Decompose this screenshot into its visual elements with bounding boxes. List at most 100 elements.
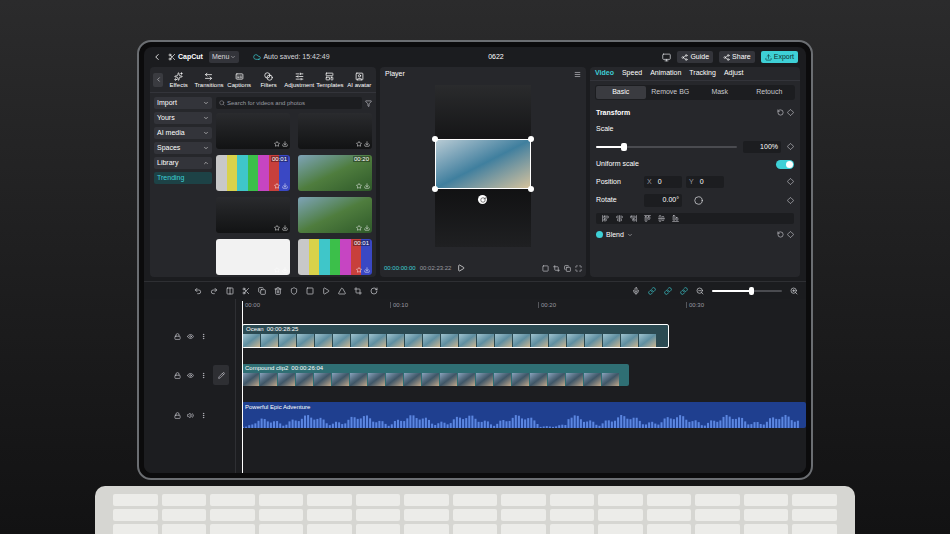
align-middle-icon[interactable] — [658, 215, 665, 222]
align-center-icon[interactable] — [616, 215, 623, 222]
keyframe-icon[interactable] — [787, 143, 794, 150]
lock-icon[interactable] — [174, 372, 181, 379]
menu-button[interactable]: Menu — [209, 51, 240, 64]
logo[interactable]: CapCut — [168, 52, 203, 63]
key[interactable] — [113, 524, 158, 534]
video-clip[interactable]: Ocean00:00:28:25 — [242, 324, 669, 348]
star-icon[interactable] — [274, 141, 280, 147]
zoom-thumb[interactable] — [749, 287, 754, 295]
fullscreen-icon[interactable] — [575, 265, 582, 272]
split-icon[interactable] — [226, 287, 234, 295]
preview-clip[interactable] — [435, 139, 531, 189]
freeze-icon[interactable] — [306, 287, 314, 295]
key[interactable] — [695, 509, 740, 521]
inspector-subtab[interactable]: Basic — [596, 86, 646, 99]
key[interactable] — [307, 494, 352, 506]
search-field[interactable]: Search for videos and photos — [216, 97, 362, 109]
sidebar-item[interactable]: Yours — [154, 112, 212, 124]
download-icon[interactable] — [364, 267, 370, 273]
menu-icon[interactable] — [574, 71, 581, 78]
delete-icon[interactable] — [274, 287, 282, 295]
rotate-dial-icon[interactable] — [694, 196, 703, 205]
key[interactable] — [792, 524, 837, 534]
reset-icon[interactable] — [777, 231, 784, 238]
key[interactable] — [453, 494, 498, 506]
inspector-tab[interactable]: Tracking — [689, 68, 716, 79]
star-icon[interactable] — [274, 225, 280, 231]
key[interactable] — [744, 524, 789, 534]
filter-icon[interactable] — [365, 100, 372, 107]
key[interactable] — [113, 509, 158, 521]
zoom-out-icon[interactable] — [696, 287, 704, 295]
redo-icon[interactable] — [210, 287, 218, 295]
star-icon[interactable] — [356, 225, 362, 231]
position-x-field[interactable]: X0 — [644, 176, 682, 189]
scale-value[interactable]: 100% — [743, 141, 781, 154]
duplicate-icon[interactable] — [258, 287, 266, 295]
media-thumb[interactable]: 00:20 — [298, 155, 372, 191]
inspector-tab[interactable]: Speed — [622, 68, 642, 79]
cover-button[interactable] — [213, 365, 229, 385]
key[interactable] — [356, 494, 401, 506]
tool-tab[interactable]: AI avatar — [346, 72, 373, 88]
media-thumb[interactable] — [298, 197, 372, 233]
download-icon[interactable] — [282, 267, 288, 273]
reset-icon[interactable] — [777, 109, 784, 116]
key[interactable] — [210, 509, 255, 521]
tool-tab[interactable]: Captions — [226, 72, 253, 88]
key[interactable] — [162, 509, 207, 521]
sidebar-item[interactable]: AI media — [154, 127, 212, 139]
inspector-tab[interactable]: Adjust — [724, 68, 743, 79]
key[interactable] — [259, 494, 304, 506]
blend-checkbox[interactable] — [596, 231, 603, 238]
link-icon[interactable] — [648, 287, 656, 295]
mic-icon[interactable] — [632, 287, 640, 295]
sidebar-item[interactable]: Import — [154, 97, 212, 109]
tool-tab[interactable]: Adjustment — [284, 72, 314, 88]
tool-tab[interactable]: Templates — [316, 72, 343, 88]
more-icon[interactable] — [200, 372, 207, 379]
top-button[interactable]: Share — [719, 51, 755, 64]
project-title[interactable]: 0622 — [336, 52, 657, 63]
align-left-icon[interactable] — [602, 215, 609, 222]
back-icon[interactable] — [152, 52, 162, 62]
video-clip[interactable]: Compound clip200:00:26:04 — [242, 364, 629, 386]
inspector-tab[interactable]: Animation — [650, 68, 681, 79]
media-thumb[interactable]: 00:01 — [216, 155, 290, 191]
audio-clip[interactable]: Powerful Epic Adventure — [242, 402, 806, 428]
key[interactable] — [162, 524, 207, 534]
star-icon[interactable] — [274, 267, 280, 273]
download-icon[interactable] — [282, 225, 288, 231]
inspector-subtab[interactable]: Remove BG — [646, 86, 696, 99]
inspector-subtab[interactable]: Retouch — [745, 86, 795, 99]
key[interactable] — [404, 524, 449, 534]
key[interactable] — [695, 494, 740, 506]
tool-tab[interactable]: Transitions — [194, 72, 223, 88]
key[interactable] — [307, 524, 352, 534]
download-icon[interactable] — [282, 183, 288, 189]
key[interactable] — [647, 494, 692, 506]
cut-icon[interactable] — [242, 287, 250, 295]
uniform-scale-toggle[interactable] — [776, 160, 794, 169]
key[interactable] — [550, 494, 595, 506]
rotate-field[interactable]: 0.00° — [644, 194, 682, 207]
media-thumb[interactable]: 00:01 — [298, 239, 372, 275]
inspector-tab[interactable]: Video — [595, 68, 614, 79]
tool-tab[interactable]: Effects — [165, 72, 192, 88]
sidebar-item[interactable]: Spaces — [154, 142, 212, 154]
undo-icon[interactable] — [194, 287, 202, 295]
resize-handle[interactable] — [432, 136, 438, 142]
preview-axis-icon[interactable] — [680, 287, 688, 295]
key[interactable] — [404, 494, 449, 506]
download-icon[interactable] — [364, 141, 370, 147]
inspector-subtab[interactable]: Mask — [695, 86, 745, 99]
volume-icon[interactable] — [187, 412, 194, 419]
crop-icon[interactable] — [354, 287, 362, 295]
tool-tab[interactable]: Filters — [255, 72, 282, 88]
download-icon[interactable] — [364, 225, 370, 231]
download-icon[interactable] — [282, 141, 288, 147]
media-thumb[interactable] — [298, 113, 372, 149]
ratio-icon[interactable] — [542, 265, 549, 272]
download-icon[interactable] — [364, 183, 370, 189]
align-bottom-icon[interactable] — [672, 215, 679, 222]
